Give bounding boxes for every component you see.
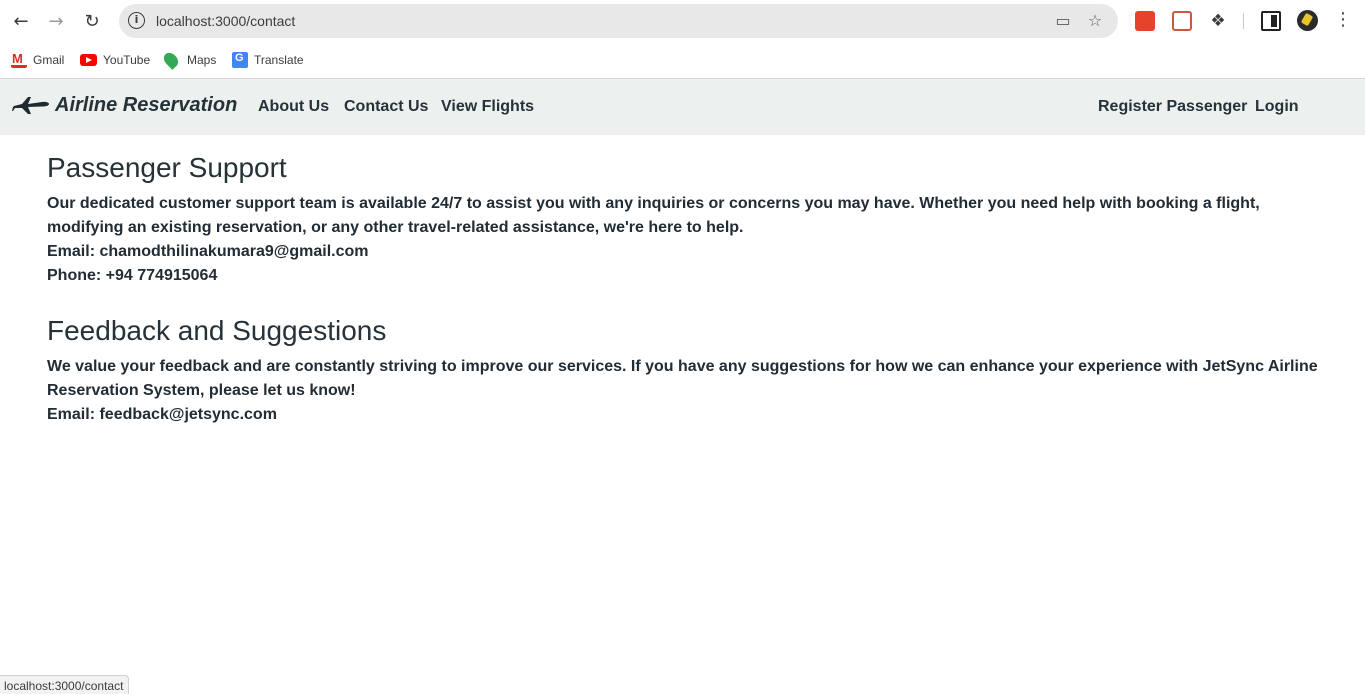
- feedback-section: Feedback and Suggestions We value your f…: [47, 315, 1337, 427]
- gmail-icon: [11, 51, 27, 68]
- back-arrow-icon[interactable]: ←: [9, 9, 33, 33]
- email-label: Email:: [47, 243, 96, 260]
- email-label: Email:: [47, 406, 96, 423]
- brand-name: Airline Reservation: [55, 93, 238, 116]
- install-app-icon[interactable]: ▭: [1054, 12, 1072, 30]
- address-url[interactable]: localhost:3000/contact: [156, 13, 295, 29]
- feedback-email-line: Email: feedback@jetsync.com: [47, 403, 1337, 427]
- main-content: Passenger Support Our dedicated customer…: [47, 152, 1337, 427]
- bookmarks-bar: Gmail YouTube Maps Translate: [0, 42, 1365, 78]
- browser-toolbar: ← → ↻ i localhost:3000/contact ▭ ☆ ❖ ⋮: [0, 0, 1365, 42]
- site-navbar: Airline Reservation About Us Contact Us …: [0, 79, 1365, 135]
- maps-icon: [161, 50, 181, 70]
- nav-contact-us[interactable]: Contact Us: [344, 98, 428, 116]
- phone-label: Phone:: [47, 267, 102, 284]
- profile-avatar[interactable]: [1297, 10, 1318, 31]
- support-heading: Passenger Support: [47, 152, 287, 183]
- airplane-icon: [12, 97, 49, 114]
- support-description: Our dedicated customer support team is a…: [47, 195, 1260, 236]
- support-phone: +94 774915064: [105, 267, 218, 284]
- bookmark-star-icon[interactable]: ☆: [1086, 12, 1104, 30]
- support-phone-line: Phone: +94 774915064: [47, 264, 1337, 288]
- nav-about-us[interactable]: About Us: [258, 98, 329, 116]
- extensions-puzzle-icon[interactable]: ❖: [1208, 11, 1228, 31]
- brand-link[interactable]: Airline Reservation: [12, 93, 237, 117]
- bookmark-label: Gmail: [33, 53, 65, 67]
- youtube-icon: [80, 54, 97, 66]
- download-extension-icon[interactable]: [1135, 11, 1155, 31]
- cast-extension-icon[interactable]: [1172, 11, 1192, 31]
- toolbar-separator: [1243, 13, 1244, 29]
- bookmark-maps[interactable]: Maps: [161, 50, 217, 70]
- reload-icon[interactable]: ↻: [80, 9, 104, 33]
- address-bar[interactable]: i localhost:3000/contact ▭ ☆: [119, 4, 1118, 38]
- forward-arrow-icon[interactable]: →: [44, 9, 68, 33]
- feedback-description: We value your feedback and are constantl…: [47, 358, 1318, 399]
- side-panel-icon[interactable]: [1261, 11, 1281, 31]
- nav-register-passenger[interactable]: Register Passenger: [1098, 98, 1247, 116]
- status-bubble: localhost:3000/contact: [0, 675, 130, 694]
- feedback-email: feedback@jetsync.com: [99, 406, 277, 423]
- bookmark-gmail[interactable]: Gmail: [11, 51, 64, 69]
- nav-login[interactable]: Login: [1255, 98, 1299, 116]
- bookmark-youtube[interactable]: YouTube: [80, 51, 150, 69]
- support-email: chamodthilinakumara9@gmail.com: [99, 243, 369, 260]
- bookmark-label: Maps: [187, 53, 217, 67]
- site-info-icon[interactable]: i: [128, 12, 145, 29]
- translate-icon: [232, 52, 248, 68]
- feedback-heading: Feedback and Suggestions: [47, 315, 387, 346]
- bookmark-translate[interactable]: Translate: [232, 51, 304, 69]
- bookmark-label: Translate: [254, 53, 304, 67]
- bookmark-label: YouTube: [103, 53, 151, 67]
- support-email-line: Email: chamodthilinakumara9@gmail.com: [47, 240, 1337, 264]
- browser-menu-icon[interactable]: ⋮: [1333, 10, 1353, 30]
- passenger-support-section: Passenger Support Our dedicated customer…: [47, 152, 1337, 288]
- nav-view-flights[interactable]: View Flights: [441, 98, 534, 116]
